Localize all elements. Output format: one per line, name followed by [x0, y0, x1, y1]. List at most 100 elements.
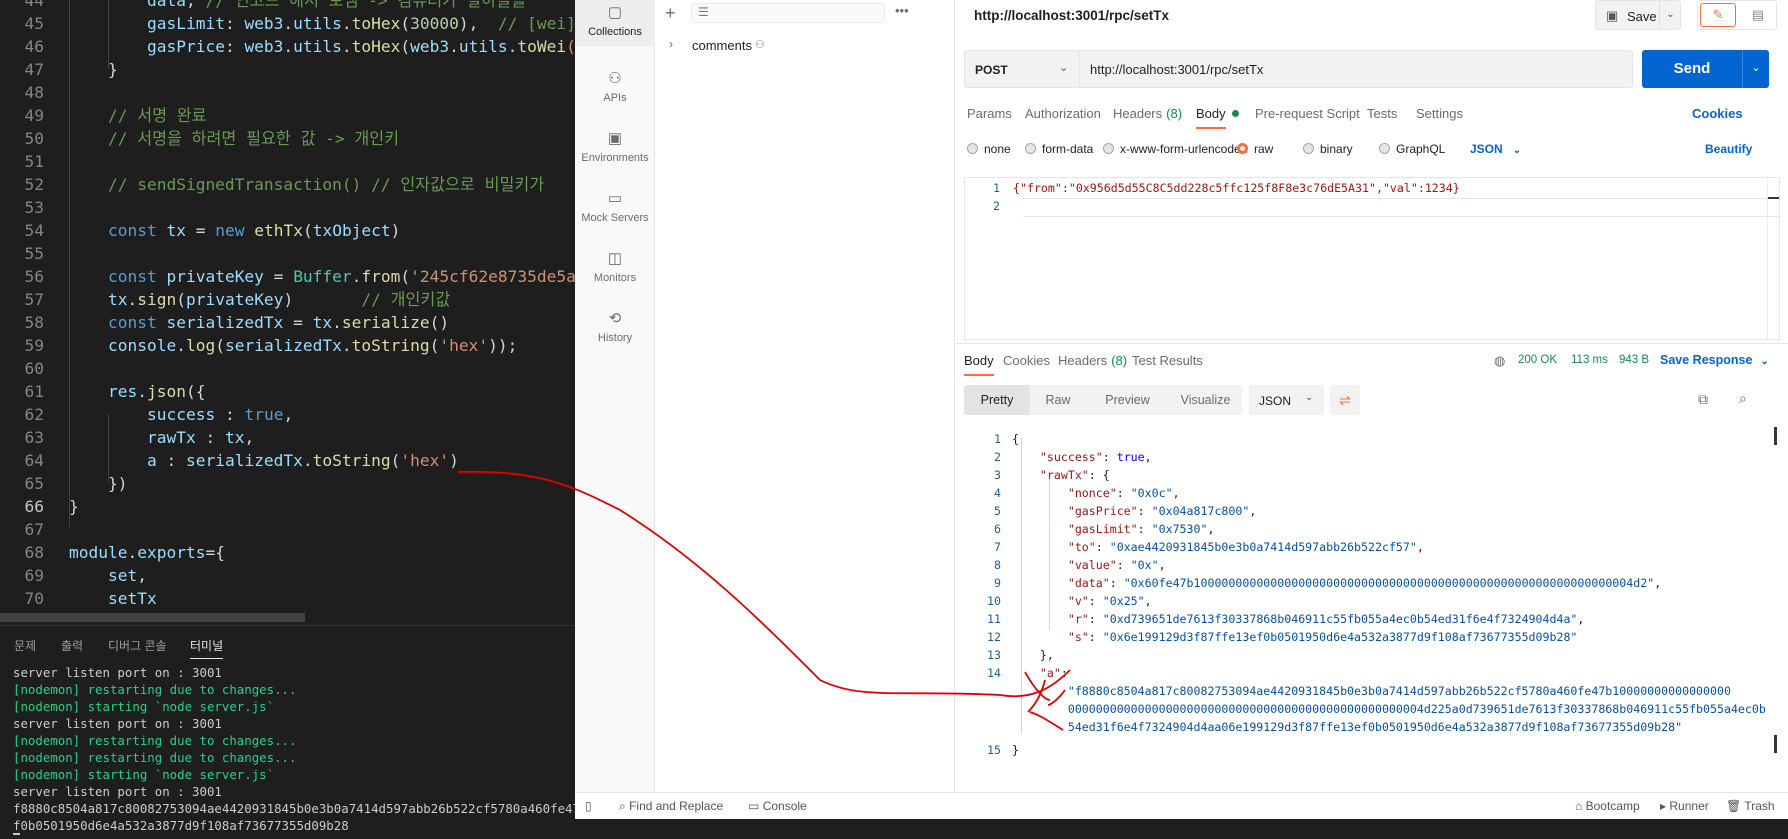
terminal-panel[interactable]: 문제 출력 디버그 콘솔 터미널 server listen port on : 30… — [0, 625, 575, 839]
view-tab-preview[interactable]: Preview — [1086, 385, 1169, 415]
code-token: . — [137, 382, 147, 401]
bootcamp-button[interactable]: ⌂ Bootcamp — [1575, 799, 1640, 813]
copy-icon[interactable]: ⧉ — [1698, 391, 1708, 408]
response-tab-test-results[interactable]: Test Results — [1132, 353, 1203, 368]
new-button[interactable]: + — [665, 4, 683, 22]
url-text: http://localhost:3001/rpc/setTx — [1090, 62, 1264, 77]
send-button[interactable]: Send ⌄ — [1642, 50, 1769, 88]
globe-icon: ◍ — [1494, 353, 1506, 368]
request-body-editor[interactable]: 1 {"from":"0x956d5d55C8C5dd228c5ffc125f8F… — [964, 177, 1780, 340]
radio-binary[interactable] — [1303, 143, 1314, 154]
cookies-link[interactable]: Cookies — [1692, 106, 1743, 121]
line-number: 61 — [24, 382, 45, 401]
request-tab-pre-request-script[interactable]: Pre-request Script — [1255, 106, 1360, 121]
line-number: 53 — [24, 198, 45, 217]
json-line: 11 "r": "0xd739651de7613f30337868b046911… — [956, 610, 1788, 628]
request-tab-body[interactable]: Body — [1196, 106, 1239, 129]
sidebar-item-history[interactable]: ⟲ History — [575, 303, 655, 357]
sidebar-item-collections[interactable]: ▢ Collections — [575, 0, 655, 46]
save-response-button[interactable]: Save Response ⌄ — [1660, 353, 1769, 367]
url-input[interactable]: http://localhost:3001/rpc/setTx — [1079, 50, 1633, 88]
code-token: : — [215, 405, 245, 424]
line-number: 69 — [24, 566, 45, 585]
radio-none[interactable] — [967, 143, 978, 154]
line-number: 50 — [24, 129, 45, 148]
request-tab-settings[interactable]: Settings — [1416, 106, 1463, 121]
runner-button[interactable]: ▸ Runner — [1660, 799, 1709, 813]
view-tab-raw[interactable]: Raw — [1030, 385, 1086, 415]
radio-label[interactable]: form-data — [1042, 142, 1093, 156]
sidebar-item-apis[interactable]: ⚇ APIs — [575, 63, 655, 117]
sidebar-item-monitors[interactable]: ◫ Monitors — [575, 243, 655, 297]
chevron-down-icon: ⌄ — [1512, 145, 1522, 156]
code-token: // 서명을 하려면 필요한 값 -> 개인키 — [107, 129, 400, 148]
radio-label[interactable]: binary — [1320, 142, 1353, 156]
request-tab-tests[interactable]: Tests — [1367, 106, 1397, 121]
console-button[interactable]: ▭ Console — [748, 799, 807, 813]
radio-form-data[interactable] — [1025, 143, 1036, 154]
scrollbar[interactable] — [1767, 178, 1779, 339]
save-button[interactable]: ▣ Save ⌄ — [1595, 0, 1681, 30]
request-title[interactable]: http://localhost:3001/rpc/setTx — [974, 8, 1169, 23]
save-icon: ▣ — [1606, 8, 1619, 23]
request-tab-params[interactable]: Params — [967, 106, 1012, 121]
radio-label[interactable]: GraphQL — [1396, 142, 1445, 156]
json-token: "rawTx" — [1039, 468, 1089, 482]
json-text: 0000000000000000000000000000000000000000… — [1012, 700, 1766, 718]
horizontal-scrollbar[interactable] — [0, 613, 305, 622]
view-mode-toggle[interactable]: ✎ ▤ — [1697, 0, 1777, 30]
response-body[interactable]: 1{2 "success": true, 3 "rawTx": {4 "nonce… — [956, 425, 1788, 757]
sidebar-item-environments[interactable]: ▣ Environments — [575, 123, 655, 177]
code-token: serializedTx — [166, 313, 284, 332]
code-token: web3 — [244, 37, 284, 56]
chevron-right-icon[interactable]: › — [669, 37, 673, 51]
json-text: }, — [1012, 646, 1054, 664]
radio-label[interactable]: raw — [1254, 142, 1273, 156]
panel-tab[interactable]: 디버그 콘솔 — [108, 637, 167, 654]
panel-tab[interactable]: 문제 — [14, 637, 36, 654]
radio-x-www-form-urlencoded[interactable] — [1103, 143, 1114, 154]
request-tab-headers[interactable]: Headers (8) — [1113, 106, 1182, 121]
radio-label[interactable]: x-www-form-urlencoded — [1120, 142, 1247, 156]
response-format-select[interactable]: JSON ⌄ — [1249, 385, 1324, 415]
format-select[interactable]: JSON ⌄ — [1470, 142, 1521, 156]
view-tab-visualize[interactable]: Visualize — [1169, 385, 1242, 415]
json-token: : — [1088, 612, 1103, 626]
tab-label: Settings — [1416, 106, 1463, 121]
comments-icon[interactable]: ▤ — [1742, 4, 1774, 26]
method-select[interactable]: POST ⌄ — [964, 50, 1079, 88]
chevron-down-icon[interactable]: ⌄ — [1742, 50, 1769, 88]
json-value: "0xae4420931845b0e3b0a7414d597abb26b522c… — [1109, 540, 1417, 554]
response-tab-headers[interactable]: Headers (8) — [1058, 353, 1127, 368]
code-token: . — [351, 267, 362, 286]
code-line: 61 res.json({ — [0, 380, 575, 403]
radio-graphql[interactable] — [1379, 143, 1390, 154]
response-tab-cookies[interactable]: Cookies — [1003, 353, 1050, 368]
response-tab-body[interactable]: Body — [964, 353, 994, 376]
code-token: tx — [312, 313, 333, 332]
more-actions-icon[interactable]: ••• — [895, 3, 909, 18]
panel-tab[interactable]: 터미널 — [190, 637, 224, 659]
request-tab-authorization[interactable]: Authorization — [1025, 106, 1101, 121]
code-token: success — [146, 405, 216, 424]
sidebar-item-mock-servers[interactable]: ▭ Mock Servers — [575, 183, 655, 237]
edit-icon[interactable]: ✎ — [1700, 3, 1736, 27]
collection-name[interactable]: comments — [692, 38, 752, 53]
beautify-link[interactable]: Beautify — [1705, 142, 1752, 156]
chevron-down-icon[interactable]: ⌄ — [1659, 1, 1681, 29]
code-token: : — [156, 451, 186, 470]
filter-input[interactable]: ☰ — [691, 3, 885, 23]
panel-tab[interactable]: 출력 — [61, 637, 83, 654]
find-replace-button[interactable]: ⌕ Find and Replace — [619, 799, 723, 814]
terminal-line: server listen port on : 3001 — [13, 665, 222, 680]
trash-button[interactable]: 🗑 Trash — [1726, 799, 1775, 813]
wrap-lines-icon[interactable]: ⇌ — [1330, 385, 1360, 415]
search-icon[interactable]: ⌕ — [1739, 390, 1747, 407]
view-tab-pretty[interactable]: Pretty — [964, 385, 1030, 415]
sidebar-toggle-icon[interactable]: ▯ — [585, 799, 592, 813]
radio-label[interactable]: none — [984, 142, 1011, 156]
code-editor[interactable]: 44 data, // 인코드 해서 보냄 -> 컴퓨터가 알아들을 45 gas… — [0, 0, 575, 625]
radio-raw[interactable] — [1237, 143, 1248, 154]
